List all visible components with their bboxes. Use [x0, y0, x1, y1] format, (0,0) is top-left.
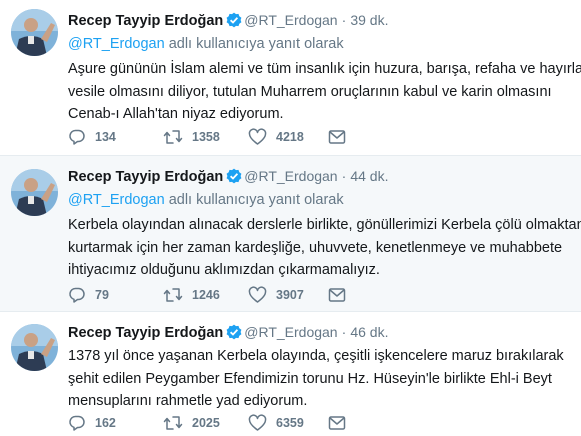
timestamp[interactable]: 44 dk.	[350, 168, 388, 184]
tweet[interactable]: Recep Tayyip Erdoğan @RT_Erdogan · 44 dk.…	[0, 155, 581, 311]
retweet-icon	[163, 414, 183, 432]
author-handle[interactable]: @RT_Erdogan	[244, 12, 337, 28]
tweet-text: Kerbela olayından alınacak derslerle bir…	[68, 214, 581, 282]
verified-badge-icon	[226, 168, 242, 190]
like-button[interactable]: 6359	[248, 414, 328, 432]
reply-icon	[68, 128, 86, 146]
retweet-icon	[163, 286, 183, 304]
heart-icon	[248, 414, 267, 432]
envelope-icon	[328, 415, 346, 431]
verified-badge-icon	[226, 12, 242, 34]
like-count: 3907	[276, 288, 304, 302]
tweet-header: Recep Tayyip Erdoğan @RT_Erdogan · 46 dk.	[68, 322, 571, 342]
tweet-text-line: Cenab-ı Allah'tan niyaz ediyorum.	[68, 106, 284, 122]
direct-message-button[interactable]	[328, 129, 346, 145]
tweet-text-line: ihtiyacımız olduğunu aklımızdan çıkarmam…	[68, 262, 380, 278]
retweet-icon	[163, 128, 183, 146]
reply-button[interactable]: 79	[68, 286, 163, 304]
tweet[interactable]: Recep Tayyip Erdoğan @RT_Erdogan · 39 dk.…	[0, 0, 581, 155]
separator-dot: ·	[341, 168, 347, 184]
tweet-text-line: 1378 yıl önce yaşanan Kerbela olayında, …	[68, 348, 564, 364]
heart-icon	[248, 286, 267, 304]
separator-dot: ·	[341, 12, 347, 28]
tweet-header: Recep Tayyip Erdoğan @RT_Erdogan · 44 dk.	[68, 166, 571, 186]
tweet-text-line: vesile olmasını diliyor, tutulan Muharre…	[68, 83, 552, 100]
reply-button[interactable]: 134	[68, 128, 163, 146]
like-count: 4218	[276, 130, 304, 144]
avatar[interactable]	[11, 169, 58, 216]
tweet-actions: 79 1246 3907	[68, 285, 346, 305]
avatar[interactable]	[11, 9, 58, 56]
tweet-text-line: Aşure gününün İslam alemi ve tüm insanlı…	[68, 61, 581, 77]
tweet-text-line: kurtarmak için her zaman kardeşliğe, uhu…	[68, 239, 563, 256]
author-handle[interactable]: @RT_Erdogan	[244, 168, 337, 184]
reply-count: 134	[95, 130, 116, 144]
reply-mention-link[interactable]: @RT_Erdogan	[68, 192, 165, 208]
tweet-header: Recep Tayyip Erdoğan @RT_Erdogan · 39 dk.	[68, 10, 571, 30]
timestamp[interactable]: 39 dk.	[350, 12, 388, 28]
direct-message-button[interactable]	[328, 287, 346, 303]
reply-context-text: adlı kullanıcıya yanıt olarak	[164, 36, 344, 52]
verified-badge-icon	[226, 324, 242, 346]
envelope-icon	[328, 129, 346, 145]
timestamp[interactable]: 46 dk.	[350, 324, 388, 340]
reply-context-text: adlı kullanıcıya yanıt olarak	[164, 192, 344, 208]
envelope-icon	[328, 287, 346, 303]
retweet-count: 1246	[192, 288, 220, 302]
like-button[interactable]: 4218	[248, 128, 328, 146]
retweet-count: 2025	[192, 416, 220, 430]
tweet-actions: 162 2025 6359	[68, 413, 346, 433]
separator-dot: ·	[341, 324, 347, 340]
direct-message-button[interactable]	[328, 415, 346, 431]
reply-context: @RT_Erdogan adlı kullanıcıya yanıt olara…	[68, 35, 571, 53]
retweet-count: 1358	[192, 130, 220, 144]
like-button[interactable]: 3907	[248, 286, 328, 304]
reply-button[interactable]: 162	[68, 414, 163, 432]
like-count: 6359	[276, 416, 304, 430]
retweet-button[interactable]: 1358	[163, 128, 248, 146]
author-handle[interactable]: @RT_Erdogan	[244, 324, 337, 340]
tweet-text-line: mensuplarını rahmetle yad ediyorum.	[68, 393, 308, 409]
tweet-actions: 134 1358 4218	[68, 127, 346, 147]
tweet-timeline: Recep Tayyip Erdoğan @RT_Erdogan · 39 dk.…	[0, 0, 581, 436]
tweet-text: 1378 yıl önce yaşanan Kerbela olayında, …	[68, 345, 571, 413]
author-name[interactable]: Recep Tayyip Erdoğan	[68, 13, 223, 29]
avatar[interactable]	[11, 324, 58, 371]
reply-count: 162	[95, 416, 116, 430]
reply-icon	[68, 414, 86, 432]
retweet-button[interactable]: 2025	[163, 414, 248, 432]
tweet[interactable]: Recep Tayyip Erdoğan @RT_Erdogan · 46 dk.…	[0, 311, 581, 436]
reply-icon	[68, 286, 86, 304]
tweet-text-line: şehit edilen Peygamber Efendimizin torun…	[68, 370, 552, 387]
tweet-text-line: Kerbela olayından alınacak derslerle bir…	[68, 217, 581, 233]
author-name[interactable]: Recep Tayyip Erdoğan	[68, 325, 223, 341]
reply-count: 79	[95, 288, 109, 302]
author-name[interactable]: Recep Tayyip Erdoğan	[68, 169, 223, 185]
reply-context: @RT_Erdogan adlı kullanıcıya yanıt olara…	[68, 191, 571, 209]
tweet-text: Aşure gününün İslam alemi ve tüm insanlı…	[68, 58, 581, 126]
reply-mention-link[interactable]: @RT_Erdogan	[68, 36, 165, 52]
retweet-button[interactable]: 1246	[163, 286, 248, 304]
heart-icon	[248, 128, 267, 146]
